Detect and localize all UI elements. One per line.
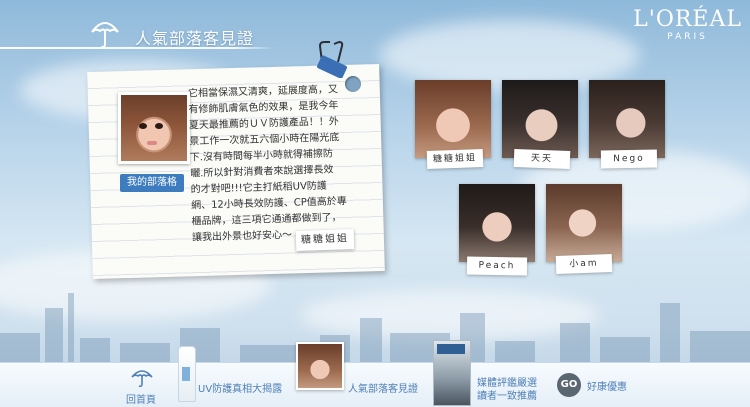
- testimonial-text: 它相當保濕又清爽，延展度高，又 有修飾肌膚氣色的效果，是我今年 夏天最推薦的ＵＶ…: [188, 82, 370, 247]
- blogger-card[interactable]: 糖糖姐姐: [415, 80, 491, 170]
- blogger-name-tag: 糖糖姐姐: [426, 149, 484, 169]
- nav-uv[interactable]: UV防護真相大揭露: [170, 346, 290, 404]
- blogger-name-tag: 天天: [513, 149, 571, 169]
- brand-sub: PARIS: [667, 32, 708, 42]
- blogger-photo: [546, 184, 622, 262]
- blogger-name-tag: Nego: [600, 149, 658, 169]
- umbrella-icon: [91, 22, 119, 49]
- go-badge: GO: [557, 373, 581, 397]
- nav-home-label: 回首頁: [126, 395, 156, 406]
- page-title: 人氣部落客見證: [135, 29, 255, 48]
- nav-offers-label: 好康優惠: [587, 382, 627, 393]
- loreal-logo: L'ORÉAL PARIS: [633, 7, 742, 43]
- nav-uv-label: UV防護真相大揭露: [198, 384, 283, 395]
- featured-avatar: [118, 92, 190, 164]
- sunscreen-bottle-icon: [178, 346, 196, 402]
- blogger-name-tag: 小am: [555, 254, 613, 274]
- blogger-card[interactable]: 天天: [502, 80, 578, 170]
- blogger-card[interactable]: Nego: [589, 80, 665, 170]
- brand-name: L'ORÉAL: [633, 7, 742, 32]
- binder-clip-icon: [317, 40, 347, 78]
- nav-bloggers[interactable]: 人氣部落客見證: [296, 342, 420, 404]
- header-underline: [0, 47, 275, 49]
- umbrella-icon: [131, 370, 153, 388]
- blogger-card[interactable]: 小am: [546, 184, 622, 276]
- blogger-photo: [502, 80, 578, 158]
- signature-tag: 糖糖姐姐: [295, 228, 355, 252]
- my-blog-button[interactable]: 我的部落格: [120, 174, 184, 192]
- nav-media-label-2: 讀者一致推薦: [477, 391, 537, 402]
- blogger-photo: [589, 80, 665, 158]
- nav-bloggers-label: 人氣部落客見證: [348, 384, 418, 395]
- nav-media[interactable]: 媒體評鑑嚴選 讀者一致推薦: [433, 340, 545, 406]
- nav-offers[interactable]: GO 好康優惠: [555, 372, 665, 398]
- nav-home[interactable]: 回首頁: [120, 366, 164, 406]
- blogger-thumbnail: [296, 342, 344, 390]
- blogger-photo: [459, 184, 535, 262]
- magazine-cover-icon: [433, 340, 471, 406]
- blogger-card[interactable]: Peach: [459, 184, 535, 276]
- blogger-photo: [415, 80, 491, 158]
- blogger-name-tag: Peach: [466, 256, 528, 276]
- page-background: 人氣部落客見證 L'ORÉAL PARIS 我的部落格 它相當保濕又清爽，延展度…: [0, 0, 750, 407]
